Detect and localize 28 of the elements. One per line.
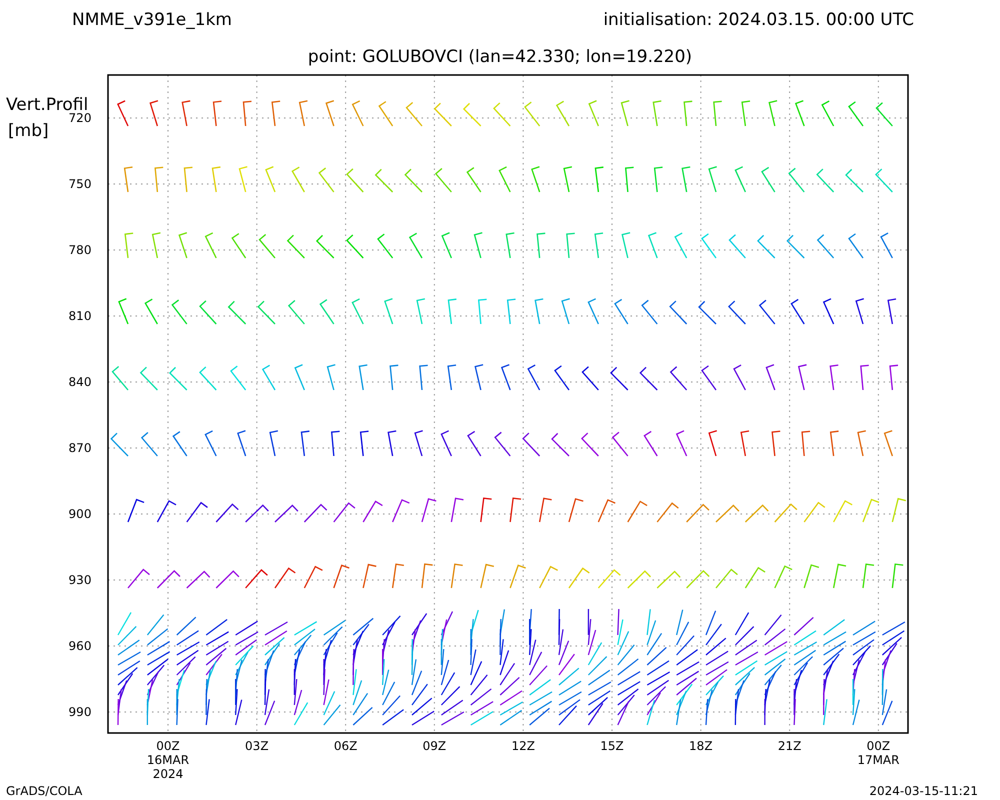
y-tick-label: 750 [68,177,92,191]
y-tick-label: 840 [68,375,92,389]
model-title: NMME_v391e_1km [72,10,232,30]
y-tick-label: 780 [68,243,92,257]
x-tick-label: 12Z [511,739,535,753]
x-date-label: 17MAR [857,753,900,767]
y-tick-label: 810 [68,309,92,323]
x-tick-label: 15Z [600,739,624,753]
initialisation-title: initialisation: 2024.03.15. 00:00 UTC [603,10,914,30]
software-credit: GrADS/COLA [6,784,82,798]
x-tick-label: 00Z [156,739,180,753]
x-date-label: 2024 [152,767,184,781]
x-date-label: 16MAR [146,753,190,767]
x-tick-label: 18Z [689,739,713,753]
y-tick-label: 900 [68,507,92,521]
x-tick-label: 21Z [778,739,802,753]
x-tick-label: 06Z [334,739,358,753]
y-tick-label: 960 [68,639,92,653]
chart-subtitle: point: GOLUBOVCI (lan=42.330; lon=19.220) [308,47,692,67]
x-tick-label: 03Z [245,739,269,753]
x-tick-label: 00Z [866,739,890,753]
y-axis-title: [mb] [8,121,49,141]
timestamp: 2024-03-15-11:21 [869,784,978,798]
y-tick-label: 990 [68,705,92,719]
y-tick-label: 720 [68,111,92,125]
y-tick-label: 930 [68,573,92,587]
x-tick-label: 09Z [422,739,446,753]
y-tick-label: 870 [68,441,92,455]
